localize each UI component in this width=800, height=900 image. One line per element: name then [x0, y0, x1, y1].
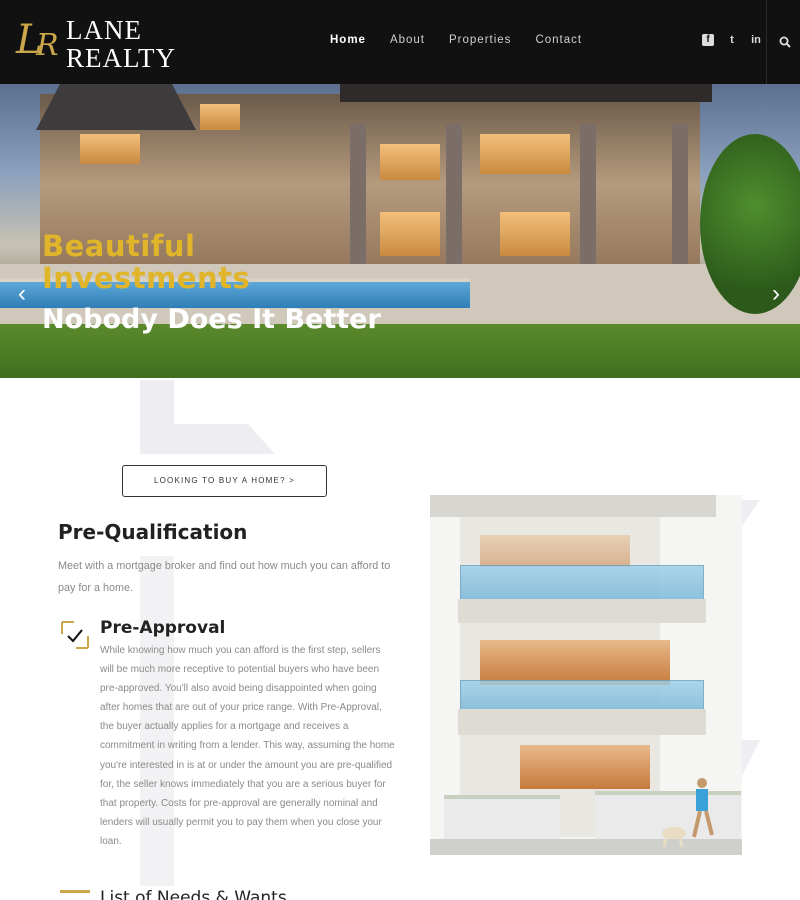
building-glass-railing	[460, 565, 704, 601]
building-hedge	[444, 795, 560, 839]
modern-building-image	[430, 495, 742, 855]
building-interior	[520, 745, 650, 789]
building-floor-slab	[458, 599, 706, 623]
logo-monogram-r: R	[36, 28, 59, 63]
building-interior	[480, 640, 670, 685]
site-header: L R LANE REALTY Home About Properties Co…	[0, 0, 800, 84]
hero-window	[200, 104, 240, 130]
checkbox-icon	[61, 621, 89, 649]
hero-title-line-1: Beautiful	[42, 229, 196, 263]
hero-pillar	[446, 124, 462, 274]
facebook-icon[interactable]: f	[702, 34, 714, 46]
header-divider	[766, 0, 767, 84]
hero-subtitle: Nobody Does It Better	[42, 304, 381, 335]
main-nav: Home About Properties Contact	[330, 34, 606, 46]
hero-pillar	[580, 124, 596, 274]
hero-roof	[36, 84, 196, 130]
social-links: f t in	[702, 34, 762, 46]
nav-contact[interactable]: Contact	[535, 34, 582, 46]
hero-pillar	[350, 124, 366, 274]
linkedin-icon[interactable]: in	[750, 34, 762, 46]
item-title: Pre-Approval	[100, 618, 226, 638]
building-interior	[480, 535, 630, 567]
nav-about[interactable]: About	[390, 34, 425, 46]
decorative-letter-shape	[140, 424, 275, 454]
hero-window	[380, 212, 440, 256]
building-glass-railing	[460, 680, 704, 712]
hero-window	[500, 212, 570, 256]
section-title: Pre-Qualification	[58, 520, 248, 544]
item-description: While knowing how much you can afford is…	[100, 645, 395, 847]
hero-window	[380, 144, 440, 180]
logo-word-realty: REALTY	[66, 43, 177, 73]
logo[interactable]: L R LANE REALTY	[14, 14, 194, 73]
next-item-title: List of Needs & Wants	[100, 888, 287, 900]
nav-home[interactable]: Home	[330, 34, 366, 46]
logo-word-lane: LANE	[66, 15, 142, 45]
hero-window	[80, 134, 140, 164]
buy-home-button[interactable]: LOOKING TO BUY A HOME? >	[122, 465, 327, 497]
twitter-icon[interactable]: t	[726, 34, 738, 46]
nav-properties[interactable]: Properties	[449, 34, 511, 46]
search-icon[interactable]	[779, 36, 791, 48]
hero-title-line-2: Investments	[42, 261, 251, 295]
hero-tree	[700, 134, 800, 314]
hero-slider: Beautiful Investments Nobody Does It Bet…	[0, 84, 800, 378]
chevron-right-icon[interactable]: ›	[768, 282, 784, 306]
runner-with-dog	[662, 778, 714, 848]
building-roof-slab	[430, 495, 716, 517]
section-description: Meet with a mortgage broker and find out…	[58, 560, 391, 594]
hero-roofline	[340, 84, 712, 102]
checkbox-icon	[60, 890, 90, 900]
chevron-left-icon[interactable]: ‹	[14, 282, 30, 306]
hero-pillar	[672, 124, 688, 274]
building-floor-slab	[458, 709, 706, 735]
hero-window	[480, 134, 570, 174]
hero-title-gold: Beautiful Investments	[42, 230, 250, 294]
